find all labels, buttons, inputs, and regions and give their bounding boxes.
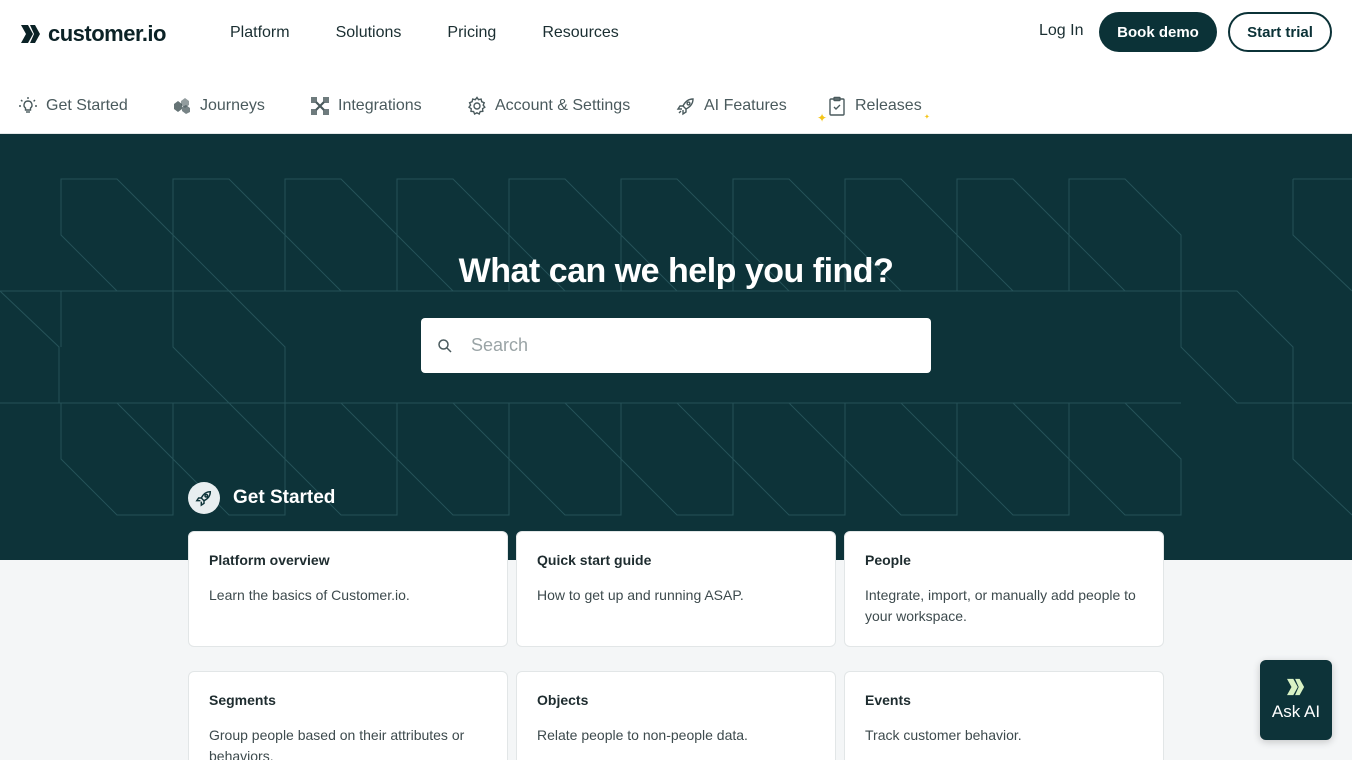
- card-description: Group people based on their attributes o…: [209, 727, 465, 760]
- ask-ai-button[interactable]: Ask AI: [1260, 660, 1332, 740]
- card-quick-start[interactable]: Quick start guide How to get up and runn…: [516, 531, 836, 647]
- card-title: Objects: [537, 692, 589, 708]
- card-segments[interactable]: Segments Group people based on their att…: [188, 671, 508, 760]
- subnav-ai-features[interactable]: AI Features: [676, 96, 787, 116]
- section-title: Get Started: [233, 487, 336, 508]
- subnav-label: Integrations: [338, 97, 422, 114]
- sparkle-icon: ✦: [924, 114, 930, 121]
- card-title: Platform overview: [209, 552, 330, 568]
- gear-icon: [467, 96, 486, 115]
- ai-logo-icon: [1287, 678, 1305, 696]
- hero-title: What can we help you find?: [458, 252, 894, 290]
- card-title: Events: [865, 692, 911, 708]
- book-demo-button[interactable]: Book demo: [1099, 12, 1217, 52]
- brand-logo[interactable]: customer.io: [20, 21, 166, 47]
- subnav-integrations[interactable]: Integrations: [310, 96, 422, 116]
- card-title: People: [865, 552, 911, 568]
- clipboard-check-icon: [829, 96, 845, 116]
- nav-resources[interactable]: Resources: [542, 24, 618, 42]
- rocket-icon: [188, 482, 220, 514]
- start-trial-button[interactable]: Start trial: [1228, 12, 1332, 52]
- subnav-account-settings[interactable]: Account & Settings: [467, 96, 630, 116]
- card-description: Learn the basics of Customer.io.: [209, 587, 410, 603]
- card-description: Integrate, import, or manually add peopl…: [865, 587, 1136, 624]
- card-title: Quick start guide: [537, 552, 652, 568]
- card-people[interactable]: People Integrate, import, or manually ad…: [844, 531, 1164, 647]
- sparkle-icon: ✦: [817, 111, 828, 125]
- card-description: Track customer behavior.: [865, 727, 1022, 743]
- login-link[interactable]: Log In: [1039, 22, 1083, 40]
- search-box[interactable]: [421, 318, 931, 373]
- rocket-icon: [676, 98, 694, 116]
- logo-icon: [21, 25, 40, 43]
- nav-solutions[interactable]: Solutions: [336, 24, 402, 42]
- subnav-label: Journeys: [200, 97, 265, 114]
- subnav-releases[interactable]: Releases: [827, 96, 922, 116]
- docs-subnav: Get Started Journeys Integrations Accoun…: [0, 66, 1352, 134]
- nav-pricing[interactable]: Pricing: [447, 24, 496, 42]
- search-icon: [438, 338, 452, 353]
- subnav-label: Get Started: [46, 97, 128, 114]
- subnav-get-started[interactable]: Get Started: [18, 96, 128, 116]
- card-objects[interactable]: Objects Relate people to non-people data…: [516, 671, 836, 760]
- lightbulb-icon: [19, 97, 37, 113]
- subnav-label: Account & Settings: [495, 97, 631, 114]
- card-description: Relate people to non-people data.: [537, 727, 748, 743]
- integrations-icon: [311, 97, 329, 115]
- ask-ai-label: Ask AI: [1271, 702, 1321, 721]
- card-title: Segments: [209, 692, 276, 708]
- top-nav: customer.io Platform Solutions Pricing R…: [0, 0, 1352, 66]
- card-description: How to get up and running ASAP.: [537, 587, 744, 603]
- card-events[interactable]: Events Track customer behavior.: [844, 671, 1164, 760]
- nav-platform[interactable]: Platform: [230, 24, 290, 42]
- subnav-label: Releases: [855, 97, 922, 114]
- card-platform-overview[interactable]: Platform overview Learn the basics of Cu…: [188, 531, 508, 647]
- section-heading: Get Started: [188, 482, 335, 514]
- subnav-label: AI Features: [704, 97, 787, 114]
- main-nav: Platform Solutions Pricing Resources: [230, 24, 619, 42]
- subnav-journeys[interactable]: Journeys: [172, 96, 265, 116]
- brand-name: customer.io: [48, 21, 166, 46]
- journeys-icon: [174, 98, 190, 114]
- search-input[interactable]: [471, 335, 891, 356]
